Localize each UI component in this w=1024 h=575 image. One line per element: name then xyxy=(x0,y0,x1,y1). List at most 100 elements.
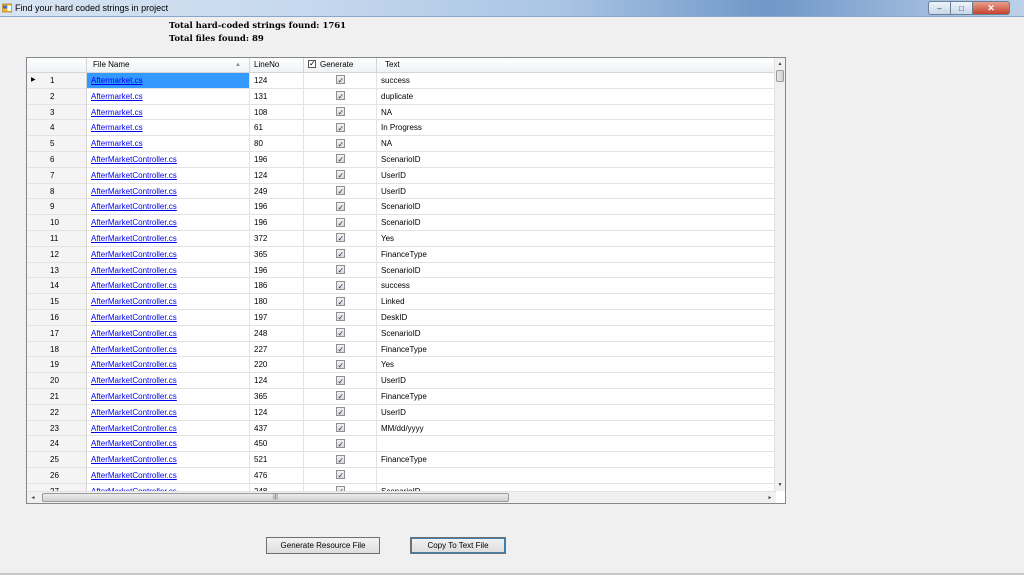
scroll-right-icon[interactable]: ► xyxy=(765,493,775,503)
text-cell[interactable]: success xyxy=(377,278,785,295)
generate-checkbox[interactable] xyxy=(335,468,345,483)
generate-checkbox[interactable] xyxy=(335,295,345,309)
table-row[interactable]: 15 AfterMarketController.cs 180 Linked xyxy=(27,294,785,310)
line-no-cell[interactable]: 372 xyxy=(250,230,304,247)
file-name-cell[interactable]: Aftermarket.cs xyxy=(87,104,250,121)
generate-cell[interactable] xyxy=(304,325,377,342)
generate-cell[interactable] xyxy=(304,309,377,326)
table-row[interactable]: 9 AfterMarketController.cs 196 ScenarioID xyxy=(27,199,785,216)
line-no-cell[interactable]: 80 xyxy=(250,136,304,152)
file-name-cell[interactable]: Aftermarket.cs xyxy=(87,73,250,89)
generate-cell[interactable] xyxy=(304,420,377,437)
generate-resource-file-button[interactable]: Generate Resource File xyxy=(266,537,380,554)
generate-checkbox[interactable] xyxy=(335,231,345,246)
generate-checkbox[interactable] xyxy=(335,421,345,435)
line-no-cell[interactable]: 437 xyxy=(250,420,304,437)
text-cell[interactable]: FinanceType xyxy=(377,452,785,468)
text-cell[interactable]: ScenarioID xyxy=(377,199,785,216)
file-name-cell[interactable]: AfterMarketController.cs xyxy=(87,483,250,491)
text-cell[interactable]: DeskID xyxy=(377,310,785,326)
generate-checkbox[interactable] xyxy=(335,374,345,388)
text-cell[interactable] xyxy=(377,468,785,484)
generate-cell[interactable] xyxy=(304,120,377,137)
line-no-cell[interactable]: 186 xyxy=(250,278,304,295)
file-name-cell[interactable]: AfterMarketController.cs xyxy=(87,183,250,200)
line-no-cell[interactable]: 124 xyxy=(250,73,304,89)
file-name-cell[interactable]: AfterMarketController.cs xyxy=(87,420,250,437)
text-cell[interactable]: ScenarioID xyxy=(377,152,785,168)
generate-checkbox[interactable] xyxy=(335,247,345,262)
file-name-cell[interactable]: AfterMarketController.cs xyxy=(87,246,250,263)
generate-cell[interactable] xyxy=(304,278,377,295)
text-cell[interactable]: UserID xyxy=(377,184,785,200)
row-header[interactable]: ▶ 1 xyxy=(27,73,87,89)
file-name-cell[interactable]: AfterMarketController.cs xyxy=(87,404,250,421)
file-name-cell[interactable]: AfterMarketController.cs xyxy=(87,357,250,374)
row-header[interactable]: 20 xyxy=(27,373,87,389)
file-name-cell[interactable]: AfterMarketController.cs xyxy=(87,452,250,468)
line-no-cell[interactable]: 476 xyxy=(250,467,304,484)
file-name-link[interactable]: Aftermarket.cs xyxy=(91,139,143,148)
scroll-down-icon[interactable]: ▼ xyxy=(775,480,785,490)
vertical-scrollbar[interactable]: ▲ ▼ xyxy=(774,58,785,491)
file-name-link[interactable]: AfterMarketController.cs xyxy=(91,392,177,401)
file-name-cell[interactable]: AfterMarketController.cs xyxy=(87,294,250,310)
file-name-cell[interactable]: AfterMarketController.cs xyxy=(87,467,250,484)
close-button[interactable]: ✕ xyxy=(972,1,1010,15)
row-header[interactable]: 26 xyxy=(27,467,87,484)
generate-cell[interactable] xyxy=(304,167,377,184)
generate-checkbox[interactable] xyxy=(335,121,345,135)
table-row[interactable]: 3 Aftermarket.cs 108 NA xyxy=(27,104,785,121)
line-no-cell[interactable]: 365 xyxy=(250,388,304,405)
file-name-link[interactable]: AfterMarketController.cs xyxy=(91,313,177,322)
generate-cell[interactable] xyxy=(304,483,377,491)
row-header[interactable]: 11 xyxy=(27,230,87,247)
file-name-cell[interactable]: Aftermarket.cs xyxy=(87,136,250,152)
line-no-cell[interactable]: 248 xyxy=(250,325,304,342)
minimize-button[interactable]: – xyxy=(928,1,950,15)
select-all-checkbox[interactable] xyxy=(308,58,316,71)
text-cell[interactable]: duplicate xyxy=(377,89,785,105)
generate-checkbox[interactable] xyxy=(335,453,345,467)
file-name-link[interactable]: AfterMarketController.cs xyxy=(91,218,177,227)
generate-cell[interactable] xyxy=(304,262,377,279)
table-row[interactable]: 27 AfterMarketController.cs248 ScenarioID xyxy=(27,483,785,491)
table-row[interactable]: 14 AfterMarketController.cs 186 success xyxy=(27,278,785,295)
line-no-cell[interactable]: 124 xyxy=(250,404,304,421)
row-header[interactable]: 16 xyxy=(27,309,87,326)
generate-cell[interactable] xyxy=(304,388,377,405)
text-cell[interactable]: UserID xyxy=(377,168,785,184)
row-header[interactable]: 6 xyxy=(27,151,87,168)
text-cell[interactable]: ScenarioID xyxy=(377,215,785,231)
table-row[interactable]: 16 AfterMarketController.cs 197 DeskID xyxy=(27,309,785,326)
table-row[interactable]: 10 AfterMarketController.cs 196 ScenarioID xyxy=(27,215,785,231)
table-row[interactable]: 19 AfterMarketController.cs 220 Yes xyxy=(27,357,785,374)
table-row[interactable]: 6 AfterMarketController.cs 196 ScenarioID xyxy=(27,151,785,168)
maximize-button[interactable]: □ xyxy=(950,1,972,15)
table-row[interactable]: 20 AfterMarketController.cs 124 UserID xyxy=(27,373,785,389)
file-name-link[interactable]: AfterMarketController.cs xyxy=(91,266,177,275)
row-header[interactable]: 4 xyxy=(27,120,87,137)
line-no-cell[interactable]: 248 xyxy=(250,483,304,491)
generate-cell[interactable] xyxy=(304,404,377,421)
text-cell[interactable]: success xyxy=(377,73,785,89)
text-cell[interactable]: ScenarioID xyxy=(377,326,785,342)
text-cell[interactable]: MM/dd/yyyy xyxy=(377,421,785,437)
table-row[interactable]: 2 Aftermarket.cs 131 duplicate xyxy=(27,88,785,105)
file-name-cell[interactable]: AfterMarketController.cs xyxy=(87,325,250,342)
table-row[interactable]: 7 AfterMarketController.cs 124 UserID xyxy=(27,167,785,184)
table-row[interactable]: 24 AfterMarketController.cs 450 xyxy=(27,436,785,453)
line-no-cell[interactable]: 61 xyxy=(250,120,304,137)
generate-cell[interactable] xyxy=(304,88,377,105)
table-row[interactable]: 17 AfterMarketController.cs 248 ScenarioID xyxy=(27,325,785,342)
table-row[interactable]: 23 AfterMarketController.cs 437 MM/dd/yyyy xyxy=(27,420,785,437)
generate-cell[interactable] xyxy=(304,357,377,374)
file-name-cell[interactable]: AfterMarketController.cs xyxy=(87,309,250,326)
table-row[interactable]: 4 Aftermarket.cs 61 In Progress xyxy=(27,120,785,137)
generate-cell[interactable] xyxy=(304,151,377,168)
text-cell[interactable]: UserID xyxy=(377,405,785,421)
generate-cell[interactable] xyxy=(304,467,377,484)
line-no-cell[interactable]: 131 xyxy=(250,88,304,105)
file-name-cell[interactable]: AfterMarketController.cs xyxy=(87,151,250,168)
generate-cell[interactable] xyxy=(304,199,377,216)
